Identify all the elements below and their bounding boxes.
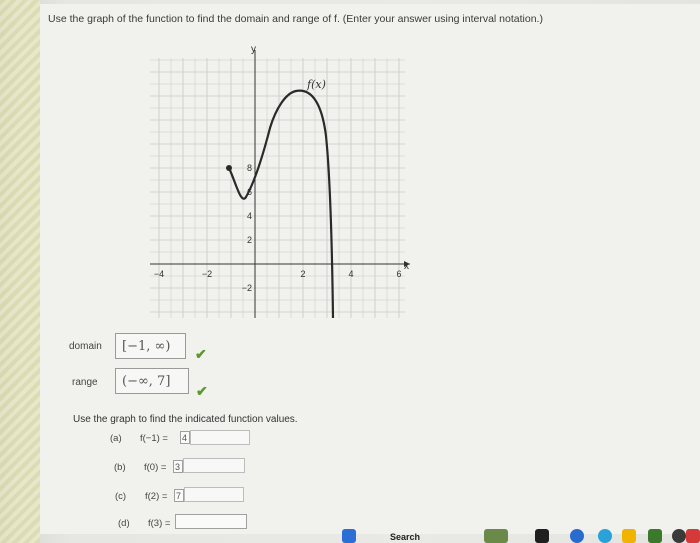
range-input[interactable]: (−∞, 7] — [115, 368, 189, 394]
part-c: (c) f(2) = — [115, 491, 167, 502]
graph-axes — [150, 50, 410, 318]
part-a-answer[interactable]: 4 — [180, 431, 190, 444]
y-tick-label: −2 — [242, 283, 252, 293]
part-expression: f(3) = — [148, 518, 171, 529]
x-tick-label: 4 — [348, 269, 353, 279]
y-tick-label: 2 — [247, 235, 252, 245]
graph-grid — [150, 58, 405, 318]
x-tick-label: 2 — [300, 269, 305, 279]
part-expression: f(−1) = — [140, 433, 168, 444]
part-a: (a) f(−1) = — [110, 433, 168, 444]
part-letter: (d) — [118, 518, 130, 529]
app-icon[interactable] — [622, 529, 636, 543]
x-tick-label: −2 — [202, 269, 212, 279]
range-check-icon: ✔ — [196, 383, 208, 399]
taskbar-search-label[interactable]: Search — [390, 532, 420, 542]
sub-question-text: Use the graph to find the indicated func… — [73, 414, 298, 425]
part-d: (d) f(3) = — [118, 518, 170, 529]
domain-check-icon: ✔ — [195, 346, 207, 362]
app-icon[interactable] — [672, 529, 686, 543]
part-letter: (c) — [115, 491, 127, 502]
x-tick-label: −4 — [154, 269, 164, 279]
part-c-field[interactable] — [184, 487, 244, 502]
function-graph: −4 −2 2 4 68642−2 y x f(x) — [150, 44, 410, 319]
part-a-field[interactable] — [190, 430, 250, 445]
part-b-answer[interactable]: 3 — [173, 460, 183, 473]
part-d-answer[interactable] — [175, 514, 247, 529]
domain-label: domain — [69, 341, 102, 352]
taskbar — [330, 527, 700, 543]
app-icon[interactable] — [570, 529, 584, 543]
range-label: range — [72, 377, 98, 388]
part-expression: f(0) = — [144, 462, 167, 473]
x-tick-label: 6 — [396, 269, 401, 279]
curve-endpoint — [226, 165, 232, 171]
windows-icon[interactable] — [342, 529, 356, 543]
part-expression: f(2) = — [145, 491, 168, 502]
app-icon[interactable] — [535, 529, 549, 543]
app-icon[interactable] — [648, 529, 662, 543]
y-tick-label: 4 — [247, 211, 252, 221]
part-letter: (a) — [110, 433, 122, 444]
part-b: (b) f(0) = — [114, 462, 166, 473]
app-icon[interactable] — [686, 529, 700, 543]
app-icon[interactable] — [598, 529, 612, 543]
x-axis-label: x — [404, 261, 409, 272]
app-icon[interactable] — [484, 529, 508, 543]
function-label: f(x) — [306, 78, 326, 91]
part-c-answer[interactable]: 7 — [174, 489, 184, 502]
y-tick-label: 8 — [247, 163, 252, 173]
part-b-field[interactable] — [183, 458, 245, 473]
domain-input[interactable]: [−1, ∞) — [115, 333, 186, 359]
part-letter: (b) — [114, 462, 126, 473]
y-axis-label: y — [251, 44, 256, 55]
